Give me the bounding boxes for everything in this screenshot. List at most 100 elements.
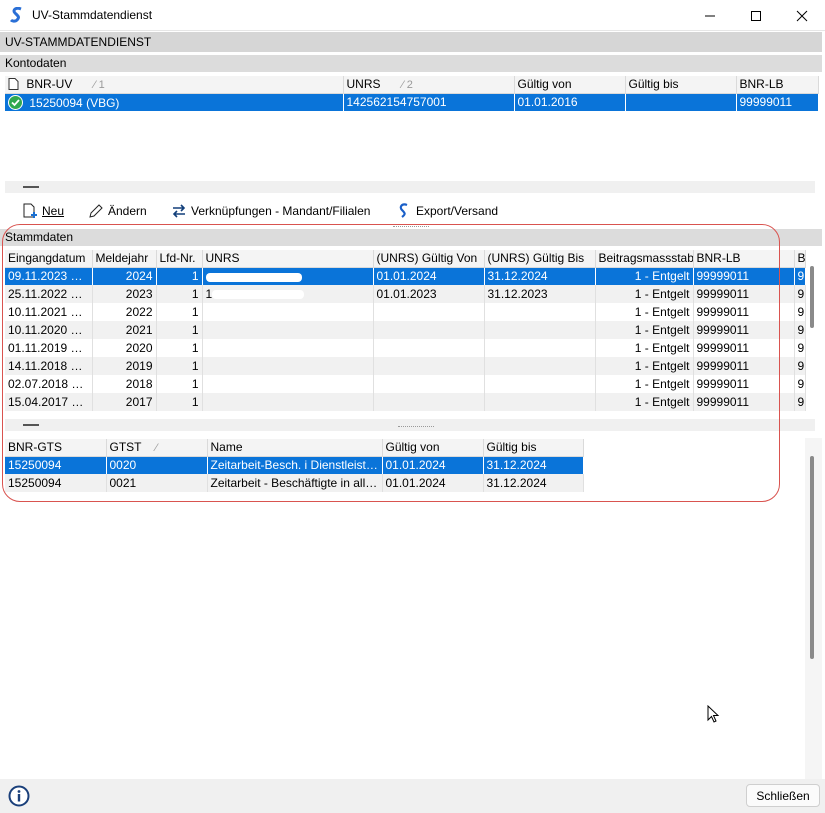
cell-bnr-lb: 99999011 (693, 321, 795, 339)
cell-bnr-lb: 99999011 (693, 339, 795, 357)
table-row[interactable]: 10.11.2020 15:... 2021 1 1 - Entgelt 999… (5, 321, 806, 339)
gts-header-row: BNR-GTS GTST ⁄ Name Gültig von Gültig bis (5, 439, 584, 457)
cell-b: 9 (794, 357, 806, 375)
new-button[interactable]: Neu (22, 202, 64, 220)
stammdaten-table[interactable]: Eingangdatum Meldejahr Lfd-Nr. UNRS (UNR… (5, 250, 806, 411)
cell-bnr-lb: 99999011 (693, 285, 795, 303)
cell-unrs (202, 357, 374, 375)
cell-eingangdatum: 25.11.2022 15:... (5, 285, 93, 303)
table-row[interactable]: 02.07.2018 10:... 2018 1 1 - Entgelt 999… (5, 375, 806, 393)
cell-unrs: 1 (202, 285, 374, 303)
col-header-gueltig-bis[interactable]: Gültig bis (625, 76, 737, 94)
cell-beitragsmassstab: 1 - Entgelt (595, 393, 694, 411)
cell-b: 9 (794, 321, 806, 339)
col-header-gueltig-bis[interactable]: Gültig bis (483, 439, 584, 457)
table-row[interactable]: 10.11.2021 15:... 2022 1 1 - Entgelt 999… (5, 303, 806, 321)
table-row[interactable]: 15.04.2017 12:... 2017 1 1 - Entgelt 999… (5, 393, 806, 411)
redaction-mark (205, 272, 302, 282)
collapse-handle[interactable] (23, 424, 39, 426)
footer: Schließen (0, 779, 825, 813)
cell-meldejahr: 2018 (92, 375, 157, 393)
cell-lfd-nr: 1 (156, 267, 203, 285)
info-icon[interactable] (8, 785, 30, 807)
cell-eingangdatum: 14.11.2018 17:... (5, 357, 93, 375)
links-button-label: Verknüpfungen - Mandant/Filialen (191, 204, 371, 218)
cell-gueltig-bis (484, 339, 596, 357)
cell-meldejahr: 2022 (92, 303, 157, 321)
cell-meldejahr: 2017 (92, 393, 157, 411)
col-header-eingangdatum[interactable]: Eingangdatum (5, 250, 93, 268)
cell-bnr-lb: 99999011 (736, 93, 819, 111)
export-icon (399, 203, 408, 218)
cell-bnr-lb: 99999011 (693, 393, 795, 411)
edit-button[interactable]: Ändern (88, 202, 147, 220)
cell-gueltig-bis: 31.12.2024 (483, 474, 584, 492)
cell-gtst: 0021 (106, 474, 208, 492)
cell-gueltig-von: 01.01.2024 (382, 456, 484, 474)
col-header-unrs[interactable]: UNRS (202, 250, 374, 268)
cell-beitragsmassstab: 1 - Entgelt (595, 375, 694, 393)
close-button[interactable]: Schließen (746, 784, 820, 807)
col-header-unrs-gueltig-bis[interactable]: (UNRS) Gültig Bis (484, 250, 596, 268)
table-row[interactable]: 01.11.2019 15:... 2020 1 1 - Entgelt 999… (5, 339, 806, 357)
collapse-handle[interactable] (23, 186, 39, 188)
col-header-bnr-uv[interactable]: BNR-UV ⁄ 1 (5, 76, 344, 94)
table-row[interactable]: 14.11.2018 17:... 2019 1 1 - Entgelt 999… (5, 357, 806, 375)
mouse-cursor-icon (707, 705, 720, 723)
cell-bnr-lb: 99999011 (693, 375, 795, 393)
col-header-bnr-gts[interactable]: BNR-GTS (5, 439, 107, 457)
cell-gueltig-bis: 31.12.2024 (484, 267, 596, 285)
splitter-grip[interactable] (398, 426, 434, 428)
col-header-meldejahr[interactable]: Meldejahr (92, 250, 157, 268)
col-header-name[interactable]: Name (207, 439, 383, 457)
col-header-bnr-lb[interactable]: BNR-LB (693, 250, 795, 268)
table-row[interactable]: 09.11.2023 10:... 2024 1 01.01.2024 31.1… (5, 267, 806, 285)
cell-b: 9 (794, 285, 806, 303)
stammdaten-splitter[interactable] (5, 419, 815, 431)
gts-table[interactable]: BNR-GTS GTST ⁄ Name Gültig von Gültig bis… (5, 439, 584, 492)
stammdaten-header-row: Eingangdatum Meldejahr Lfd-Nr. UNRS (UNR… (5, 250, 806, 268)
col-header-beitragsmassstab[interactable]: Beitragsmassstab (595, 250, 694, 268)
cell-bnr-lb: 99999011 (693, 303, 795, 321)
maximize-button[interactable] (733, 0, 779, 31)
cell-eingangdatum: 02.07.2018 10:... (5, 375, 93, 393)
stammdaten-scrollbar[interactable] (810, 266, 814, 328)
cell-lfd-nr: 1 (156, 285, 203, 303)
col-header-gtst[interactable]: GTST ⁄ (106, 439, 208, 457)
table-row[interactable]: 15250094 0020 Zeitarbeit-Besch. i Dienst… (5, 456, 584, 474)
new-document-icon (23, 203, 37, 218)
cell-bnr-lb: 99999011 (693, 357, 795, 375)
cell-gueltig-bis (484, 321, 596, 339)
export-button[interactable]: Export/Versand (396, 202, 498, 220)
col-header-lfd-nr[interactable]: Lfd-Nr. (156, 250, 203, 268)
cell-beitragsmassstab: 1 - Entgelt (595, 303, 694, 321)
col-header-bnr-lb[interactable]: BNR-LB (736, 76, 819, 94)
sort-order-hint: ⁄ 1 (93, 79, 105, 92)
splitter-grip[interactable] (393, 226, 429, 228)
cell-beitragsmassstab: 1 - Entgelt (595, 357, 694, 375)
cell-b: 9 (794, 303, 806, 321)
cell-meldejahr: 2021 (92, 321, 157, 339)
minimize-button[interactable] (687, 0, 733, 31)
col-header-gueltig-von[interactable]: Gültig von (382, 439, 484, 457)
close-window-button[interactable] (779, 0, 825, 31)
links-button[interactable]: Verknüpfungen - Mandant/Filialen (171, 202, 370, 220)
col-header-unrs[interactable]: UNRS ⁄ 2 (343, 76, 515, 94)
edit-button-label: Ändern (108, 204, 147, 218)
col-header-unrs-gueltig-von[interactable]: (UNRS) Gültig Von (373, 250, 485, 268)
window-title: UV-Stammdatendienst (32, 8, 153, 22)
check-icon (8, 94, 23, 110)
kontodaten-table[interactable]: BNR-UV ⁄ 1 UNRS ⁄ 2 Gültig von Gültig bi… (5, 76, 819, 111)
col-header-b[interactable]: B (794, 250, 806, 268)
kontodaten-splitter[interactable] (5, 181, 815, 193)
table-row[interactable]: 15250094 (VBG) 142562154757001 01.01.201… (5, 93, 819, 111)
table-row[interactable]: 15250094 0021 Zeitarbeit - Beschäftigte … (5, 474, 584, 492)
gts-scrollbar[interactable] (810, 456, 814, 659)
cell-bnr-uv: 15250094 (VBG) (29, 95, 120, 110)
table-row[interactable]: 25.11.2022 15:... 2023 1 1 01.01.2023 31… (5, 285, 806, 303)
title-bar: UV-Stammdatendienst (0, 0, 825, 31)
cell-lfd-nr: 1 (156, 303, 203, 321)
col-header-gueltig-von[interactable]: Gültig von (514, 76, 626, 94)
cell-b: 9 (794, 375, 806, 393)
cell-beitragsmassstab: 1 - Entgelt (595, 285, 694, 303)
